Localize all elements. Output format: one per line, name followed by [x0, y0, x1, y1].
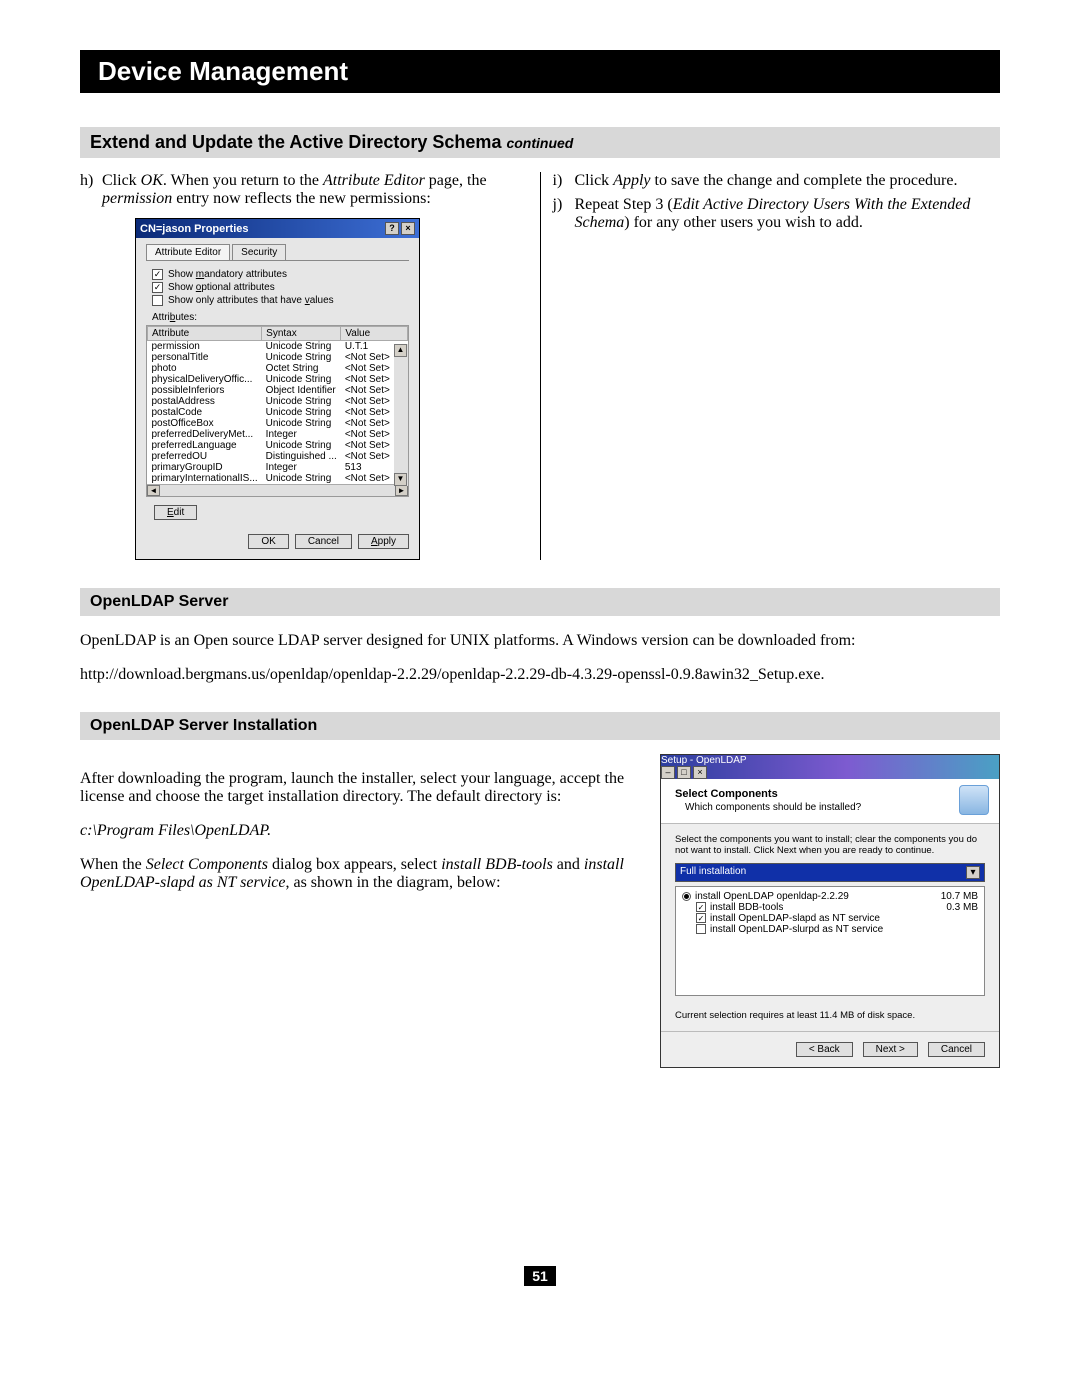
step-i-marker: i) — [553, 172, 575, 190]
tree-item-main: install OpenLDAP openldap-2.2.29 — [695, 891, 849, 902]
table-row[interactable]: possibleInferiorsObject Identifier<Not S… — [148, 385, 408, 396]
scroll-up-icon[interactable]: ▲ — [394, 344, 407, 357]
setup-header-title: Select Components — [675, 788, 861, 800]
checkbox-values-label: Show only attributes that have values — [168, 295, 334, 306]
setup-note: Select the components you want to instal… — [675, 834, 985, 857]
section-extend-schema-heading: Extend and Update the Active Directory S… — [80, 127, 1000, 158]
dialog-titlebar: CN=jason Properties ? × — [136, 219, 419, 238]
dialog-title: CN=jason Properties — [140, 223, 249, 235]
scrollbar-horizontal[interactable]: ◄ ► — [147, 484, 408, 496]
table-row[interactable]: postalAddressUnicode String<Not Set> — [148, 396, 408, 407]
table-row[interactable]: preferredOUDistinguished ...<Not Set> — [148, 451, 408, 462]
column-divider — [540, 172, 541, 560]
checkbox-slurpd[interactable] — [696, 924, 706, 934]
tree-item-main-size: 10.7 MB — [941, 891, 978, 902]
chevron-down-icon[interactable]: ▾ — [966, 866, 980, 879]
apply-button[interactable]: Apply — [358, 534, 409, 549]
table-row[interactable]: primaryInternationalIS...Unicode String<… — [148, 473, 408, 484]
tab-attribute-editor[interactable]: Attribute Editor — [146, 244, 230, 260]
setup-header-subtitle: Which components should be installed? — [685, 802, 861, 813]
attributes-label: Attributes: — [152, 312, 409, 323]
section-title-text: Extend and Update the Active Directory S… — [90, 132, 501, 152]
setup-titlebar: Setup - OpenLDAP – □ × — [661, 755, 999, 779]
col-value[interactable]: Value — [341, 327, 408, 341]
edit-button[interactable]: Edit — [154, 505, 197, 520]
table-row[interactable]: permissionUnicode StringU.T.1 — [148, 341, 408, 353]
checkbox-values[interactable] — [152, 295, 163, 306]
radio-main[interactable] — [682, 892, 691, 901]
properties-dialog: CN=jason Properties ? × Attribute Editor… — [135, 218, 420, 560]
page-number: 51 — [80, 1268, 1000, 1286]
tab-security[interactable]: Security — [232, 244, 286, 260]
scroll-left-icon[interactable]: ◄ — [147, 485, 160, 496]
step-j-marker: j) — [553, 196, 575, 232]
tree-item-bdb-size: 0.3 MB — [946, 902, 978, 913]
step-i-text: Click Apply to save the change and compl… — [575, 172, 1001, 190]
setup-title: Setup - OpenLDAP — [661, 755, 747, 766]
table-row[interactable]: photoOctet String<Not Set> — [148, 363, 408, 374]
next-button[interactable]: Next > — [863, 1042, 918, 1057]
col-attribute[interactable]: Attribute — [148, 327, 262, 341]
table-row[interactable]: preferredDeliveryMet...Integer<Not Set> — [148, 429, 408, 440]
minimize-icon[interactable]: – — [661, 766, 675, 779]
section-title-suffix: continued — [506, 135, 573, 151]
table-row[interactable]: postOfficeBoxUnicode String<Not Set> — [148, 418, 408, 429]
checkbox-mandatory-label: Show mandatory attributes — [168, 269, 287, 280]
help-icon[interactable]: ? — [385, 222, 399, 235]
step-h-marker: h) — [80, 172, 102, 208]
table-row[interactable]: postalCodeUnicode String<Not Set> — [148, 407, 408, 418]
install-path: c:\Program Files\OpenLDAP. — [80, 822, 271, 839]
section-openldap-install-heading: OpenLDAP Server Installation — [80, 712, 1000, 740]
checkbox-bdb[interactable] — [696, 902, 706, 912]
component-tree: install OpenLDAP openldap-2.2.29 10.7 MB… — [675, 886, 985, 996]
table-row[interactable]: primaryGroupIDInteger513 — [148, 462, 408, 473]
checkbox-optional[interactable]: ✓ — [152, 282, 163, 293]
checkbox-mandatory[interactable]: ✓ — [152, 269, 163, 280]
section-openldap-heading: OpenLDAP Server — [80, 588, 1000, 616]
openldap-url: http://download.bergmans.us/openldap/ope… — [80, 666, 1000, 684]
setup-dialog: Setup - OpenLDAP – □ × Select Components… — [660, 754, 1000, 1068]
install-p1: After downloading the program, launch th… — [80, 770, 640, 806]
cancel-button[interactable]: Cancel — [295, 534, 352, 549]
close-icon[interactable]: × — [401, 222, 415, 235]
install-type-select[interactable]: Full installation ▾ — [675, 863, 985, 882]
table-row[interactable]: personalTitleUnicode String<Not Set> — [148, 352, 408, 363]
setup-header-icon — [959, 785, 989, 815]
tree-item-bdb: install BDB-tools — [710, 902, 783, 913]
tree-item-slurpd: install OpenLDAP-slurpd as NT service — [710, 924, 883, 935]
back-button[interactable]: < Back — [796, 1042, 853, 1057]
ok-button[interactable]: OK — [248, 534, 288, 549]
checkbox-optional-label: Show optional attributes — [168, 282, 275, 293]
close-icon[interactable]: × — [693, 766, 707, 779]
table-row[interactable]: preferredLanguageUnicode String<Not Set> — [148, 440, 408, 451]
scroll-down-icon[interactable]: ▼ — [394, 473, 407, 486]
install-p3: When the Select Components dialog box ap… — [80, 856, 640, 892]
setup-status: Current selection requires at least 11.4… — [675, 1010, 985, 1021]
table-row[interactable]: physicalDeliveryOffic...Unicode String<N… — [148, 374, 408, 385]
setup-cancel-button[interactable]: Cancel — [928, 1042, 985, 1057]
scrollbar-vertical[interactable]: ▲ ▼ — [394, 344, 408, 486]
step-j-text: Repeat Step 3 (Edit Active Directory Use… — [575, 196, 1001, 232]
maximize-icon[interactable]: □ — [677, 766, 691, 779]
tree-item-slapd: install OpenLDAP-slapd as NT service — [710, 913, 880, 924]
checkbox-slapd[interactable] — [696, 913, 706, 923]
page-title: Device Management — [80, 50, 1000, 93]
scroll-right-icon[interactable]: ► — [395, 485, 408, 496]
col-syntax[interactable]: Syntax — [262, 327, 341, 341]
step-h-text: Click OK. When you return to the Attribu… — [102, 172, 528, 208]
openldap-desc: OpenLDAP is an Open source LDAP server d… — [80, 632, 1000, 650]
attributes-table: Attribute Syntax Value permissionUnicode… — [146, 325, 409, 497]
install-type-value: Full installation — [680, 866, 746, 879]
